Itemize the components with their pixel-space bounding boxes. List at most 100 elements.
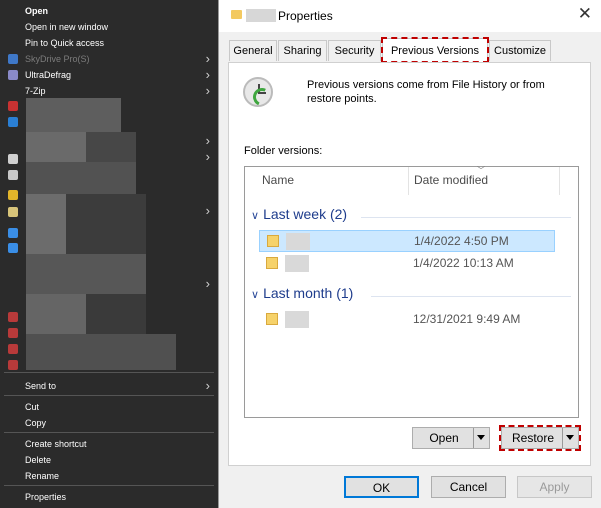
app-icon xyxy=(8,312,18,322)
tab-security[interactable]: Security xyxy=(328,40,381,61)
cancel-button-label: Cancel xyxy=(449,480,488,494)
tab-sharing[interactable]: Sharing xyxy=(278,40,327,61)
redacted-folder-name xyxy=(285,311,309,328)
menu-item-cut[interactable]: Cut xyxy=(0,399,218,415)
menu-item-label: Delete xyxy=(25,455,52,465)
chevron-right-icon: › xyxy=(205,51,210,66)
ultradefrag-icon xyxy=(8,70,18,80)
menu-item-skydrive-pro[interactable]: SkyDrive Pro(S) › xyxy=(0,51,218,67)
menu-item-label: Pin to Quick access xyxy=(25,38,105,48)
open-button[interactable]: Open xyxy=(412,427,490,449)
menu-item-rename[interactable]: Rename xyxy=(0,468,218,484)
menu-item-label: Open xyxy=(25,6,49,16)
menu-separator xyxy=(4,395,214,396)
menu-item-copy[interactable]: Copy xyxy=(0,415,218,431)
redacted-folder-name xyxy=(286,233,310,250)
dialog-title: Properties xyxy=(278,9,333,23)
restore-button[interactable]: Restore xyxy=(499,425,581,451)
menu-item-label: Open in new window xyxy=(25,22,109,32)
column-header-name[interactable]: Name xyxy=(262,173,294,187)
tab-previous-versions[interactable]: Previous Versions xyxy=(381,37,489,63)
group-label: Last month (1) xyxy=(263,285,354,301)
menu-separator xyxy=(4,432,214,433)
properties-dialog: Properties ✕ General Sharing Security Pr… xyxy=(218,0,601,508)
chevron-right-icon: › xyxy=(205,378,210,393)
menu-item-label: 7-Zip xyxy=(25,86,46,96)
apply-button-label: Apply xyxy=(539,480,570,494)
folder-icon xyxy=(266,313,278,325)
version-date: 1/4/2022 10:13 AM xyxy=(413,256,514,270)
redacted-folder-name xyxy=(246,9,276,22)
app-icon xyxy=(8,190,18,200)
context-menu: Open Open in new window Pin to Quick acc… xyxy=(0,0,218,508)
app-icon xyxy=(8,243,18,253)
skydrive-icon xyxy=(8,54,18,64)
previous-versions-panel: Previous versions come from File History… xyxy=(228,62,591,466)
app-icon xyxy=(8,344,18,354)
menu-item-label: Create shortcut xyxy=(25,439,87,449)
app-icon xyxy=(8,328,18,338)
app-icon xyxy=(8,101,18,111)
dropdown-arrow-icon[interactable] xyxy=(473,428,489,448)
menu-item-label: Rename xyxy=(25,471,60,481)
chevron-down-icon: ∨ xyxy=(251,210,260,222)
group-divider xyxy=(361,217,571,218)
app-icon xyxy=(8,154,18,164)
menu-item-open[interactable]: Open xyxy=(0,3,218,19)
cancel-button[interactable]: Cancel xyxy=(431,476,506,498)
versions-list[interactable]: Name ﹀ Date modified ∨ Last week (2) 1/4/… xyxy=(244,166,579,418)
group-divider xyxy=(371,296,571,297)
ok-button[interactable]: OK xyxy=(344,476,419,498)
chevron-right-icon: › xyxy=(205,203,210,218)
folder-icon xyxy=(231,10,242,19)
folder-icon xyxy=(266,257,278,269)
menu-item-label: Properties xyxy=(25,492,67,502)
app-icon xyxy=(8,170,18,180)
menu-item-7zip[interactable]: 7-Zip › xyxy=(0,83,218,99)
chevron-right-icon: › xyxy=(205,276,210,291)
redacted-folder-name xyxy=(285,255,309,272)
menu-item-label: Send to xyxy=(25,381,57,391)
column-header-date-modified[interactable]: Date modified xyxy=(414,173,488,187)
app-icon xyxy=(8,228,18,238)
menu-item-open-new-window[interactable]: Open in new window xyxy=(0,19,218,35)
menu-item-ultradefrag[interactable]: UltraDefrag › xyxy=(0,67,218,83)
info-text: Previous versions come from File History… xyxy=(307,79,545,105)
version-row[interactable]: 1/4/2022 10:13 AM xyxy=(259,253,555,275)
open-button-label: Open xyxy=(429,431,459,445)
menu-separator xyxy=(4,372,214,373)
menu-item-send-to[interactable]: Send to › xyxy=(0,378,218,394)
version-date: 12/31/2021 9:49 AM xyxy=(413,312,521,326)
chevron-right-icon: › xyxy=(205,149,210,164)
folder-versions-label: Folder versions: xyxy=(244,145,323,157)
dropdown-arrow-icon[interactable] xyxy=(562,428,578,448)
version-row[interactable]: 1/4/2022 4:50 PM xyxy=(259,230,555,252)
tab-general[interactable]: General xyxy=(229,40,277,61)
chevron-right-icon: › xyxy=(205,67,210,82)
chevron-right-icon: › xyxy=(205,83,210,98)
folder-icon xyxy=(267,235,279,247)
menu-item-label: Copy xyxy=(25,418,47,428)
menu-item-label: SkyDrive Pro(S) xyxy=(25,54,90,64)
menu-item-pin-quick-access[interactable]: Pin to Quick access xyxy=(0,35,218,51)
menu-item-create-shortcut[interactable]: Create shortcut xyxy=(0,436,218,452)
apply-button[interactable]: Apply xyxy=(517,476,592,498)
menu-item-label: UltraDefrag xyxy=(25,70,72,80)
menu-item-label: Cut xyxy=(25,402,40,412)
restore-button-label: Restore xyxy=(511,431,555,445)
menu-separator xyxy=(4,485,214,486)
column-divider[interactable] xyxy=(559,167,560,195)
close-icon[interactable]: ✕ xyxy=(578,4,592,24)
tab-customize[interactable]: Customize xyxy=(489,40,551,61)
version-date: 1/4/2022 4:50 PM xyxy=(414,234,509,248)
version-row[interactable]: 12/31/2021 9:49 AM xyxy=(259,309,555,331)
app-icon xyxy=(8,207,18,217)
menu-item-delete[interactable]: Delete xyxy=(0,452,218,468)
title-bar[interactable]: Properties ✕ xyxy=(219,0,601,32)
ok-button-label: OK xyxy=(372,481,391,495)
group-header-last-week[interactable]: ∨ Last week (2) xyxy=(251,206,347,222)
column-divider[interactable] xyxy=(408,167,409,195)
chevron-down-icon: ∨ xyxy=(251,289,260,301)
group-header-last-month[interactable]: ∨ Last month (1) xyxy=(251,285,353,301)
menu-item-properties[interactable]: Properties xyxy=(0,489,218,505)
